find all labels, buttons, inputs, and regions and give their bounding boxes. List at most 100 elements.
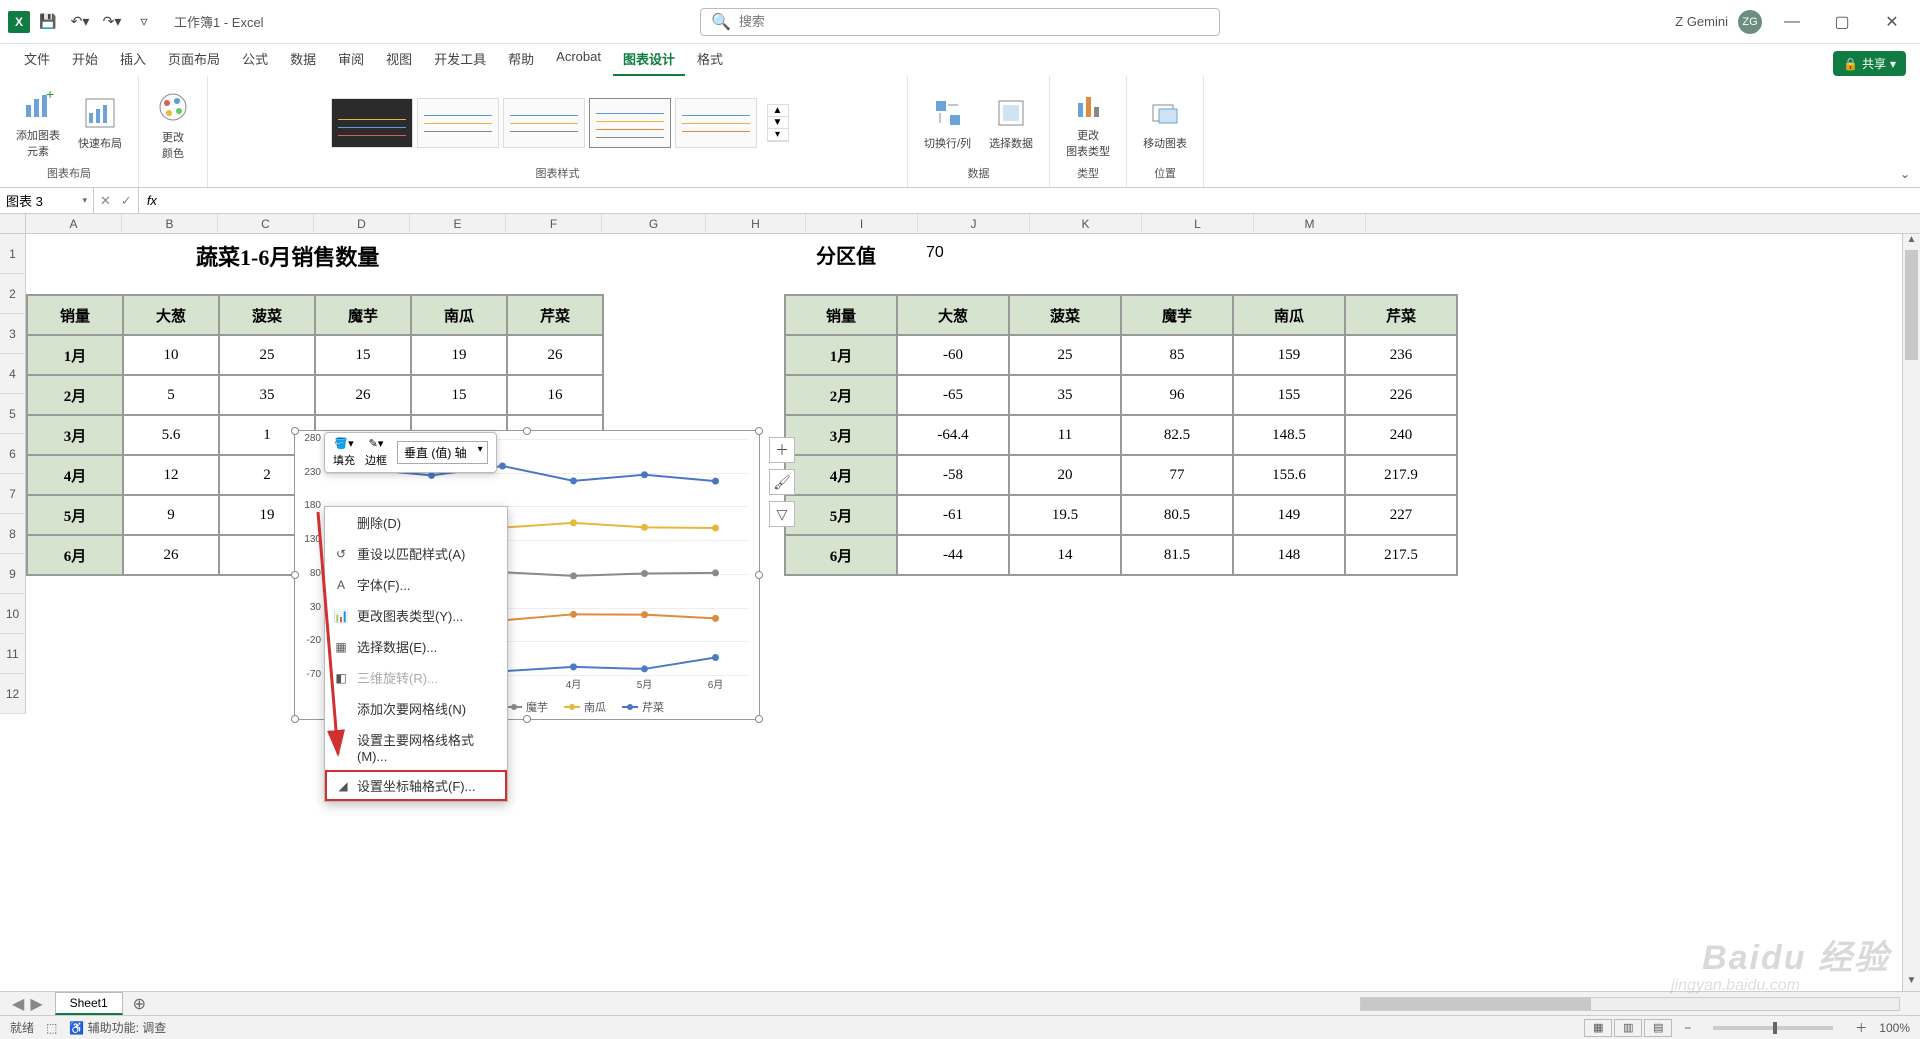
tab-8[interactable]: 开发工具 (424, 43, 496, 76)
row-header-2[interactable]: 2 (0, 274, 25, 314)
add-sheet-button[interactable]: ⊕ (123, 994, 156, 1014)
ribbon-collapse-icon[interactable]: ⌄ (1900, 167, 1910, 181)
search-input[interactable] (739, 14, 1209, 29)
view-page-icon[interactable]: ▥ (1614, 1019, 1642, 1037)
col-header-L[interactable]: L (1142, 214, 1254, 233)
tab-1[interactable]: 开始 (62, 43, 108, 76)
view-break-icon[interactable]: ▤ (1644, 1019, 1672, 1037)
sheet-next-icon[interactable]: ▶ (30, 994, 42, 1014)
chart-style-1[interactable] (331, 98, 413, 148)
mini-fill-button[interactable]: 🪣▾ 填充 (333, 437, 355, 468)
minimize-button[interactable]: — (1772, 8, 1812, 36)
user-avatar[interactable]: ZG (1738, 10, 1762, 34)
tab-10[interactable]: Acrobat (546, 43, 611, 76)
save-icon[interactable]: 💾 (34, 8, 62, 36)
td[interactable]: 148.5 (1233, 415, 1345, 455)
scroll-down-icon[interactable]: ▼ (1903, 975, 1920, 991)
td[interactable]: -60 (897, 335, 1009, 375)
col-header-E[interactable]: E (410, 214, 506, 233)
td[interactable]: -58 (897, 455, 1009, 495)
td[interactable]: 149 (1233, 495, 1345, 535)
tab-11[interactable]: 图表设计 (613, 43, 685, 76)
td[interactable]: 9 (123, 495, 219, 535)
mini-axis-dropdown[interactable]: 垂直 (值) 轴 (397, 441, 488, 464)
tab-7[interactable]: 视图 (376, 43, 422, 76)
td[interactable]: 26 (315, 375, 411, 415)
row-header-11[interactable]: 11 (0, 634, 25, 674)
td[interactable]: 12 (123, 455, 219, 495)
maximize-button[interactable]: ▢ (1822, 8, 1862, 36)
td[interactable]: 96 (1121, 375, 1233, 415)
td[interactable]: 25 (1009, 335, 1121, 375)
sheet-tab-1[interactable]: Sheet1 (55, 992, 123, 1015)
td[interactable]: 80.5 (1121, 495, 1233, 535)
chart-handle-se[interactable] (755, 715, 763, 723)
td[interactable]: 85 (1121, 335, 1233, 375)
td[interactable]: -65 (897, 375, 1009, 415)
macro-record-icon[interactable]: ⬚ (46, 1021, 57, 1035)
hscroll-thumb[interactable] (1361, 998, 1591, 1010)
row-header-10[interactable]: 10 (0, 594, 25, 634)
chart-filter-icon[interactable]: ▽ (769, 501, 795, 527)
td[interactable]: 226 (1345, 375, 1457, 415)
row-header-4[interactable]: 4 (0, 354, 25, 394)
td[interactable]: 236 (1345, 335, 1457, 375)
col-header-A[interactable]: A (26, 214, 122, 233)
col-header-K[interactable]: K (1030, 214, 1142, 233)
tab-4[interactable]: 公式 (232, 43, 278, 76)
td[interactable]: 82.5 (1121, 415, 1233, 455)
tab-12[interactable]: 格式 (687, 43, 733, 76)
row-header-5[interactable]: 5 (0, 394, 25, 434)
zoom-out-icon[interactable]: − (1684, 1021, 1691, 1035)
switch-row-col-button[interactable]: 切换行/列 (918, 91, 977, 155)
enter-icon[interactable]: ✓ (121, 193, 132, 209)
col-header-J[interactable]: J (918, 214, 1030, 233)
zoom-slider[interactable] (1713, 1026, 1833, 1030)
ctx-item[interactable]: ◢设置坐标轴格式(F)... (325, 770, 507, 801)
td[interactable]: 148 (1233, 535, 1345, 575)
chart-handle-sw[interactable] (291, 715, 299, 723)
col-header-D[interactable]: D (314, 214, 410, 233)
vscroll-thumb[interactable] (1905, 250, 1918, 360)
td[interactable]: 2月 (27, 375, 123, 415)
tab-6[interactable]: 审阅 (328, 43, 374, 76)
gallery-up-icon[interactable]: ▲ (768, 105, 788, 117)
chart-handle-s[interactable] (523, 715, 531, 723)
tab-0[interactable]: 文件 (14, 43, 60, 76)
td[interactable]: 25 (219, 335, 315, 375)
col-header-C[interactable]: C (218, 214, 314, 233)
tab-2[interactable]: 插入 (110, 43, 156, 76)
td[interactable]: 2月 (785, 375, 897, 415)
td[interactable]: 16 (507, 375, 603, 415)
td[interactable]: 155 (1233, 375, 1345, 415)
row-header-6[interactable]: 6 (0, 434, 25, 474)
col-header-M[interactable]: M (1254, 214, 1366, 233)
chart-brush-icon[interactable]: 🖌 (769, 469, 795, 495)
td[interactable]: 19.5 (1009, 495, 1121, 535)
td[interactable]: 227 (1345, 495, 1457, 535)
td[interactable]: 15 (315, 335, 411, 375)
row-header-9[interactable]: 9 (0, 554, 25, 594)
ctx-item[interactable]: A字体(F)... (325, 569, 507, 600)
td[interactable]: 10 (123, 335, 219, 375)
accessibility-status[interactable]: ♿ 辅助功能: 调查 (69, 1019, 166, 1036)
mini-border-button[interactable]: ✎▾ 边框 (365, 437, 387, 468)
tab-5[interactable]: 数据 (280, 43, 326, 76)
scroll-up-icon[interactable]: ▲ (1903, 234, 1920, 250)
chart-handle-ne[interactable] (755, 427, 763, 435)
td[interactable]: 4月 (27, 455, 123, 495)
change-chart-type-button[interactable]: 更改 图表类型 (1060, 83, 1116, 163)
td[interactable]: 81.5 (1121, 535, 1233, 575)
td[interactable]: -64.4 (897, 415, 1009, 455)
chart-handle-n[interactable] (523, 427, 531, 435)
zoom-thumb[interactable] (1773, 1022, 1777, 1034)
select-data-button[interactable]: 选择数据 (983, 91, 1039, 155)
ctx-item[interactable]: 添加次要网格线(N) (325, 693, 507, 724)
td[interactable]: 4月 (785, 455, 897, 495)
row-header-8[interactable]: 8 (0, 514, 25, 554)
td[interactable]: 20 (1009, 455, 1121, 495)
row-header-3[interactable]: 3 (0, 314, 25, 354)
chart-handle-e[interactable] (755, 571, 763, 579)
col-header-H[interactable]: H (706, 214, 806, 233)
td[interactable]: 19 (411, 335, 507, 375)
